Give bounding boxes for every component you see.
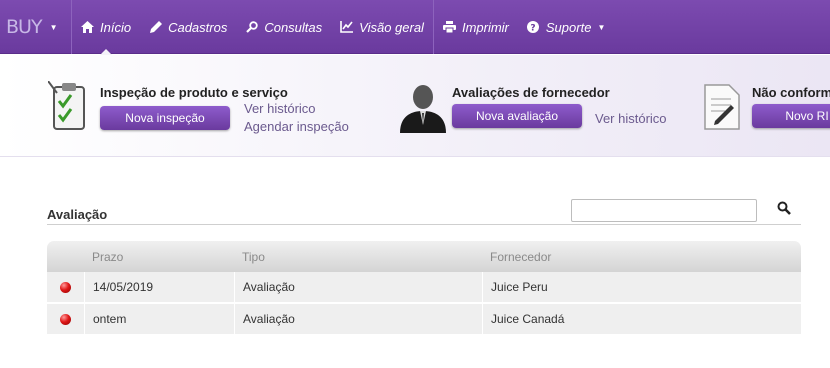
nav-item-inicio[interactable]: Início [72, 0, 140, 55]
agendar-inspecao-link[interactable]: Agendar inspeção [244, 119, 349, 134]
nav-item-label: Início [100, 19, 132, 35]
cell-fornecedor: Juice Peru [482, 272, 801, 302]
search-icon [777, 201, 791, 220]
column-header-fornecedor[interactable]: Fornecedor [482, 241, 801, 272]
user-bust-icon [398, 81, 448, 138]
quick-actions-band: Inspeção de produto e serviço Nova inspe… [0, 55, 830, 157]
table-row[interactable]: 14/05/2019 Avaliação Juice Peru [47, 272, 801, 304]
section-divider [47, 224, 801, 225]
main-nav: Início Cadastros Consultas Visão geral I… [72, 0, 614, 55]
top-navbar: BUY ▼ Início Cadastros Consultas Visão g… [0, 0, 830, 55]
brand-menu[interactable]: BUY ▼ [0, 0, 72, 54]
nav-item-suporte[interactable]: ? Suporte ▼ [518, 0, 614, 54]
card-nao-conformidade: Não conform Novo RI [700, 55, 830, 156]
cell-prazo: 14/05/2019 [84, 272, 234, 302]
nav-item-label: Consultas [264, 19, 323, 35]
pencil-icon [149, 21, 162, 33]
status-cell [47, 304, 84, 334]
status-overdue-icon [60, 281, 71, 293]
nova-inspecao-button[interactable]: Nova inspeção [100, 106, 230, 130]
status-cell [47, 272, 84, 302]
nav-item-label: Cadastros [168, 19, 228, 35]
cell-prazo: ontem [84, 304, 234, 334]
chevron-down-icon: ▼ [597, 22, 606, 32]
document-edit-icon [703, 83, 741, 136]
status-overdue-icon [60, 313, 71, 325]
nav-item-label: Suporte [545, 19, 592, 35]
chevron-down-icon: ▼ [49, 22, 58, 32]
nav-item-label: Imprimir [461, 19, 509, 35]
table-header: Prazo Tipo Fornecedor [47, 241, 801, 272]
cell-fornecedor: Juice Canadá [482, 304, 801, 334]
nav-item-consultas[interactable]: Consultas [236, 0, 331, 54]
card-title: Avaliações de fornecedor [452, 85, 610, 100]
nova-avaliacao-button[interactable]: Nova avaliação [452, 104, 582, 128]
search-button[interactable] [773, 199, 795, 221]
help-icon: ? [527, 21, 540, 33]
chart-icon [340, 21, 354, 33]
card-title: Não conform [752, 85, 830, 100]
column-header-prazo[interactable]: Prazo [84, 241, 234, 272]
table-row[interactable]: ontem Avaliação Juice Canadá [47, 304, 801, 336]
cell-tipo: Avaliação [234, 272, 482, 302]
ver-historico-link[interactable]: Ver histórico [244, 101, 316, 116]
evaluations-table: Prazo Tipo Fornecedor 14/05/2019 Avaliaç… [47, 241, 801, 336]
ver-historico-link[interactable]: Ver histórico [595, 111, 667, 126]
search-input[interactable] [571, 199, 757, 222]
nav-item-label: Visão geral [359, 19, 424, 35]
svg-text:?: ? [531, 24, 536, 34]
card-avaliacoes: Avaliações de fornecedor Nova avaliação … [390, 55, 690, 156]
nav-item-imprimir[interactable]: Imprimir [434, 0, 518, 54]
novo-ri-button[interactable]: Novo RI [752, 104, 830, 128]
home-icon [81, 21, 94, 33]
column-header-status [47, 241, 84, 272]
section-title: Avaliação [47, 207, 108, 222]
nav-item-visao-geral[interactable]: Visão geral [331, 0, 433, 54]
search-icon [245, 21, 258, 33]
clipboard-check-icon [47, 80, 90, 136]
nav-item-cadastros[interactable]: Cadastros [140, 0, 236, 54]
column-header-tipo[interactable]: Tipo [234, 241, 482, 272]
printer-icon [442, 21, 456, 33]
card-title: Inspeção de produto e serviço [100, 85, 288, 100]
cell-tipo: Avaliação [234, 304, 482, 334]
card-inspecao: Inspeção de produto e serviço Nova inspe… [0, 55, 380, 156]
brand-logo: BUY [6, 16, 43, 38]
